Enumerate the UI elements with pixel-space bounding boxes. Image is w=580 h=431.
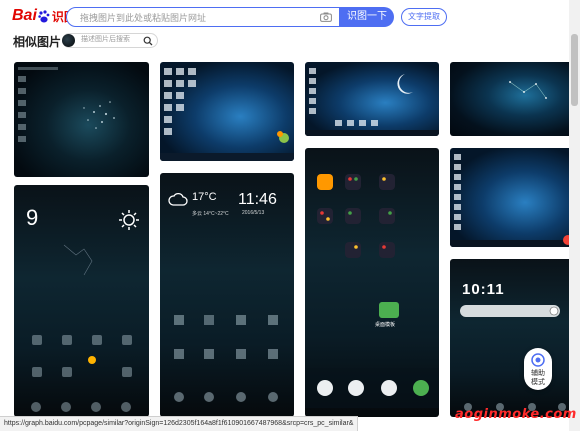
result-image-8[interactable] (450, 148, 575, 247)
result-image-3[interactable] (305, 62, 439, 136)
search-icon[interactable] (143, 36, 153, 46)
describe-image-search[interactable] (62, 33, 158, 48)
result-image-1[interactable] (14, 62, 149, 177)
image-url-search-box[interactable] (66, 7, 340, 27)
result-image-6[interactable]: 17°C 11:46 2016/5/13 多云 14°C~22°C (160, 173, 294, 417)
scrollbar-thumb[interactable] (571, 34, 578, 106)
page-scrollbar[interactable] (569, 0, 580, 431)
result-image-7[interactable]: 桌面模板 (305, 148, 439, 417)
result-image-9[interactable]: 10:11 (450, 259, 575, 417)
constellation-graphic (31, 244, 132, 412)
star-cluster-graphic (18, 67, 115, 142)
link-status-url: https://graph.baidu.com/pcpage/similar?o… (0, 416, 359, 431)
section-title: 相似图片 (13, 35, 62, 49)
assist-mode-icon (531, 353, 545, 367)
assist-label-line1: 辅助 (531, 370, 545, 377)
describe-image-input[interactable] (79, 35, 143, 44)
result-image-2[interactable] (160, 62, 294, 161)
paw-icon (38, 9, 50, 22)
moon-desktop-graphic (305, 68, 439, 136)
assist-mode-button[interactable]: 辅助 模式 (524, 348, 552, 390)
app-folders-graphic (305, 174, 439, 408)
notice-panel-label: 桌面模板 (375, 322, 396, 328)
assist-label-line2: 模式 (531, 379, 545, 386)
search-image-button[interactable]: 识图一下 (340, 7, 394, 27)
image-url-input[interactable] (78, 9, 322, 27)
logo-text: Bai (12, 7, 37, 24)
desktop-screenshot-2-graphic (450, 154, 575, 247)
home-screen-icons-graphic (174, 315, 278, 402)
nebula-graphic (509, 81, 547, 99)
camera-icon[interactable] (320, 12, 332, 22)
query-image-thumbnail[interactable] (62, 34, 75, 47)
top-bar: Bai 识图 识图一下 文字提取 (0, 0, 580, 34)
result-image-4[interactable] (450, 62, 575, 136)
desktop-screenshot-graphic (160, 68, 294, 161)
text-extract-button[interactable]: 文字提取 (401, 8, 447, 26)
home-screen-2-graphic (460, 305, 566, 411)
result-image-5[interactable]: 9 (14, 185, 149, 417)
site-watermark: aoginmoke.com (455, 407, 577, 422)
